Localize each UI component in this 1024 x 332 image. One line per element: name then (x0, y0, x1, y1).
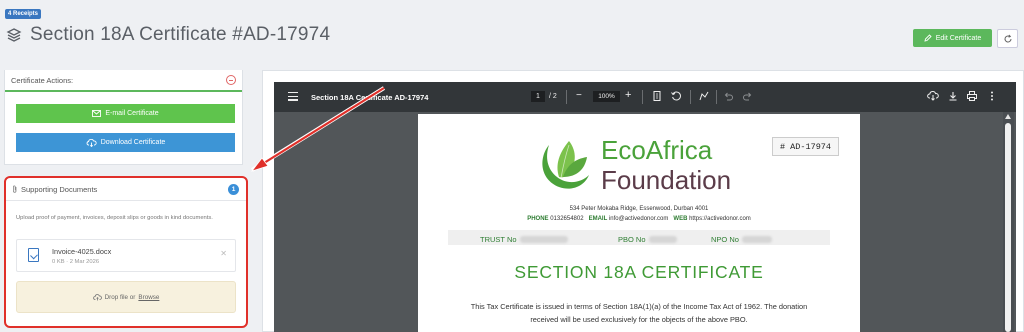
edit-certificate-button[interactable]: Edit Certificate (913, 29, 992, 47)
redacted-value (519, 236, 568, 243)
toolbar-divider (566, 90, 567, 104)
file-meta: 0 KB · 2 Mar 2026 (52, 259, 100, 265)
save-to-drive-icon[interactable] (927, 90, 939, 102)
file-drop-zone[interactable]: Drop file or Browse (16, 281, 236, 313)
scroll-up-icon[interactable] (1005, 114, 1011, 119)
download-certificate-label: Download Certificate (100, 139, 166, 146)
download-icon[interactable] (947, 90, 959, 102)
drop-zone-text: Drop file or (104, 293, 136, 301)
collapse-icon[interactable] (226, 75, 236, 85)
logo-name-line2: Foundation (601, 165, 732, 195)
layers-icon (6, 28, 22, 42)
certificate-actions-header: Certificate Actions: (5, 70, 242, 92)
email-value: info@activedonor.com (608, 216, 669, 222)
phone-value: 0132654802 (550, 216, 584, 222)
pbo-label: PBO No (618, 235, 646, 244)
trust-label: TRUST No (480, 235, 517, 244)
email-certificate-label: E-mail Certificate (105, 110, 159, 117)
trust-number: TRUST No (480, 235, 568, 244)
attached-file[interactable]: Invoice-4025.docx 0 KB · 2 Mar 2026 ✕ (16, 239, 236, 272)
toolbar-divider (642, 90, 643, 104)
pdf-title: Section 18A Certificate AD-17974 (311, 93, 429, 102)
organization-address: 534 Peter Mokaba Ridge, Essenwood, Durba… (569, 206, 709, 212)
browse-link[interactable]: Browse (138, 294, 159, 301)
zoom-in-icon[interactable]: + (625, 89, 631, 101)
pencil-icon (924, 34, 932, 42)
paperclip-icon (13, 185, 17, 193)
leaf-logo-icon (542, 141, 589, 189)
file-name: Invoice-4025.docx (52, 247, 112, 256)
page-title-text: Section 18A Certificate #AD-17974 (30, 24, 331, 45)
pdf-scroll-thumb[interactable] (1005, 123, 1011, 332)
certificate-heading: SECTION 18A CERTIFICATE (514, 262, 764, 282)
certificate-body-line2: received will be used exclusively for th… (530, 315, 748, 324)
certificate-id-badge: # AD-17974 (772, 137, 839, 156)
redacted-value (648, 236, 677, 243)
fit-page-icon[interactable] (651, 90, 663, 102)
cloud-upload-icon (92, 293, 102, 300)
pdf-toolbar: Section 18A Certificate AD-17974 1 / 2 −… (274, 82, 1016, 112)
print-icon[interactable] (966, 90, 978, 102)
email-certificate-button[interactable]: E-mail Certificate (16, 104, 235, 123)
page-title: Section 18A Certificate #AD-17974 (6, 24, 330, 46)
logo-name-line1: EcoAfrica (601, 135, 713, 165)
pbo-number: PBO No (618, 235, 677, 244)
supporting-documents-card: Supporting Documents 1 Upload proof of p… (4, 176, 248, 328)
certificate-actions-card: Certificate Actions: E-mail Certificate … (4, 70, 243, 165)
toolbar-divider (716, 90, 717, 104)
download-certificate-button[interactable]: Download Certificate (16, 133, 235, 152)
web-value: https://activedonor.com (689, 216, 751, 222)
npo-number: NPO No (711, 235, 772, 244)
rotate-icon[interactable] (670, 90, 682, 102)
supporting-documents-title: Supporting Documents (21, 184, 98, 194)
certificate-body-line1: This Tax Certificate is issued in terms … (470, 302, 808, 311)
organization-contact: PHONE 0132654802 EMAIL info@activedonor.… (418, 216, 860, 222)
envelope-icon (92, 110, 102, 117)
cloud-download-icon (86, 138, 97, 147)
document-count-badge: 1 (228, 184, 239, 195)
supporting-documents-header: Supporting Documents (6, 178, 246, 201)
refresh-button[interactable] (997, 29, 1018, 48)
upload-description: Upload proof of payment, invoices, depos… (16, 215, 213, 221)
toolbar-divider (690, 90, 691, 104)
more-options-icon[interactable] (986, 90, 998, 102)
remove-file-icon[interactable]: ✕ (220, 249, 227, 258)
document-icon (28, 248, 39, 262)
zoom-level-input[interactable]: 100% (593, 91, 620, 102)
zoom-out-icon[interactable]: − (576, 90, 582, 101)
redo-icon[interactable] (741, 90, 753, 102)
phone-label: PHONE (527, 216, 549, 222)
menu-icon[interactable] (288, 92, 298, 103)
edit-certificate-label: Edit Certificate (935, 34, 982, 42)
npo-label: NPO No (711, 235, 739, 244)
receipts-badge[interactable]: 4 Receipts (5, 9, 42, 19)
redacted-value (741, 236, 772, 243)
email-label: EMAIL (588, 216, 608, 222)
draw-icon[interactable] (698, 90, 710, 102)
page-number-input[interactable]: 1 (531, 91, 545, 102)
web-label: WEB (673, 216, 688, 222)
refresh-icon (1004, 34, 1011, 42)
page-total: / 2 (549, 93, 557, 100)
undo-icon[interactable] (723, 90, 735, 102)
certificate-actions-title: Certificate Actions: (11, 75, 74, 85)
